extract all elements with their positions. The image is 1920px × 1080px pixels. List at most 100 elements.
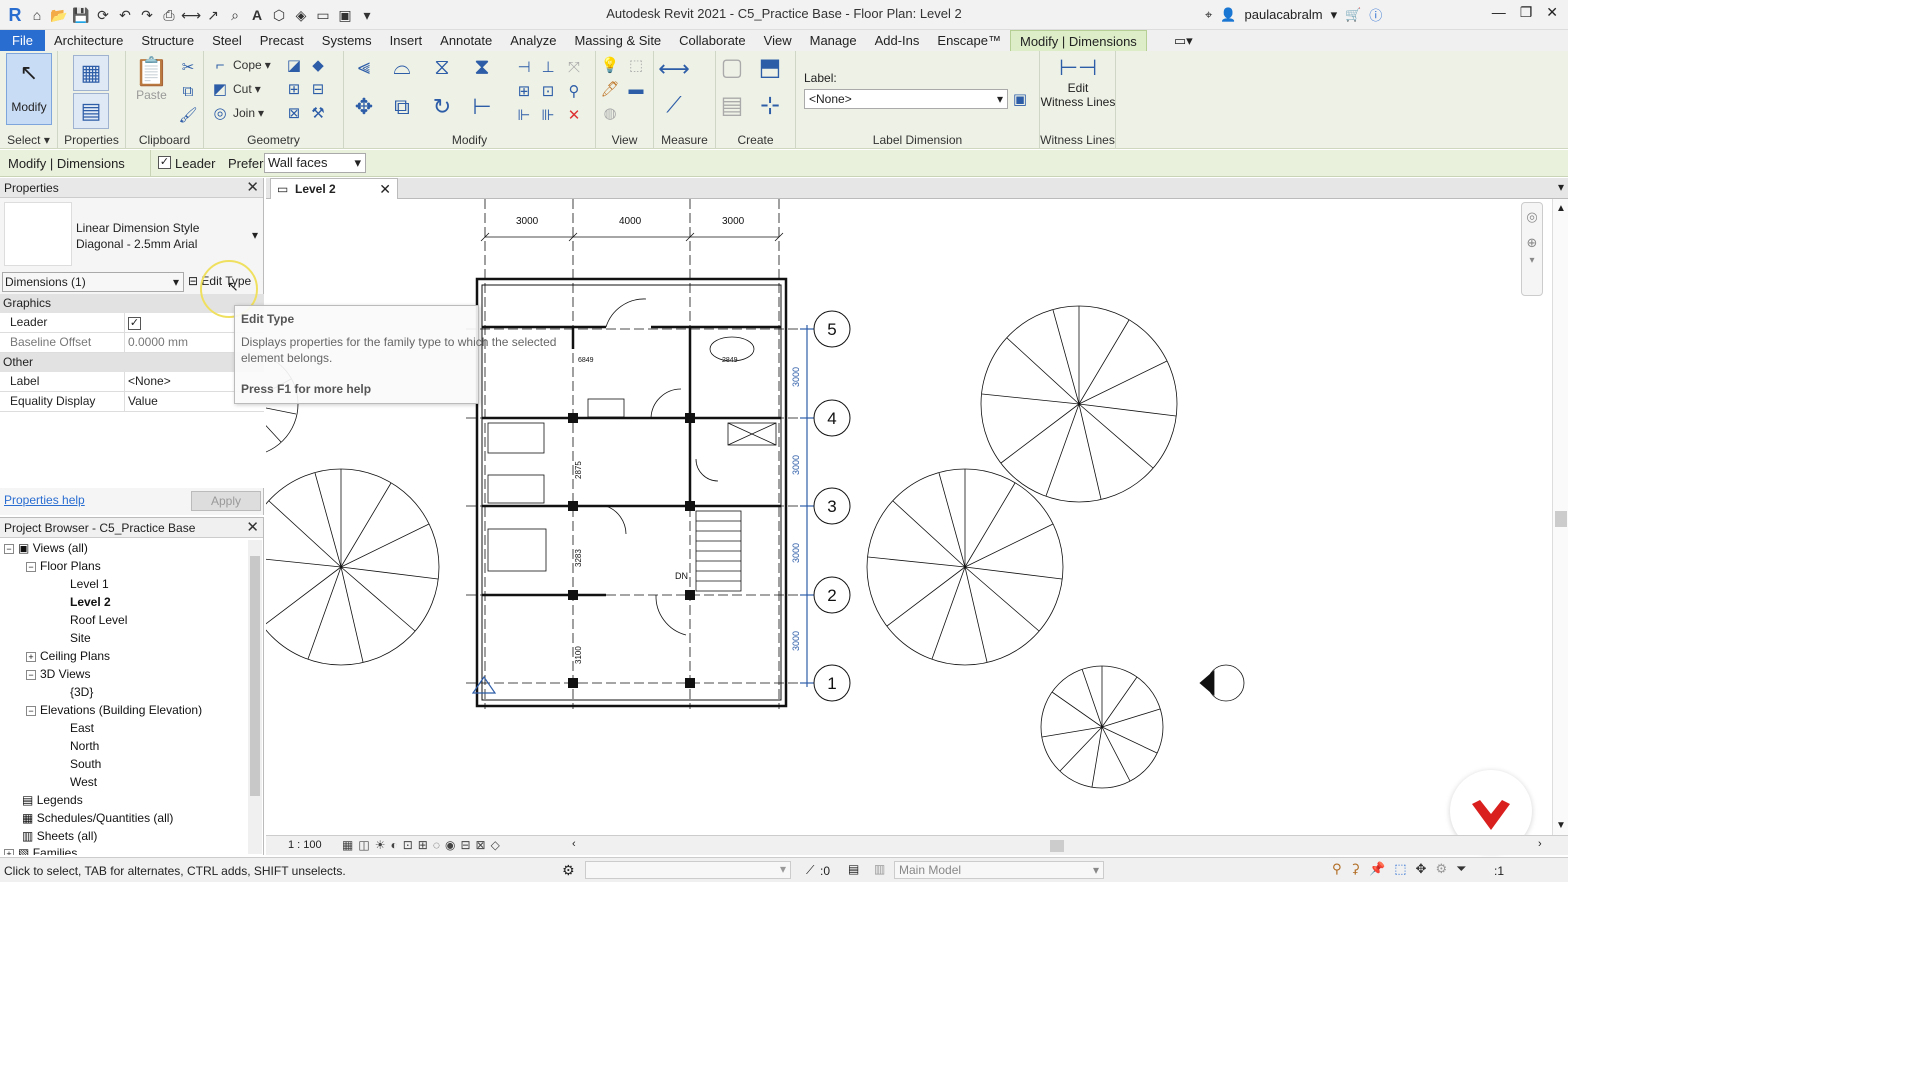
copy-element-icon[interactable]: ⧉: [392, 94, 412, 119]
temp-view-properties-icon[interactable]: ⊟: [460, 838, 470, 852]
tree-level-1[interactable]: Level 1: [70, 575, 109, 593]
tab-add-ins[interactable]: Add-Ins: [866, 30, 929, 51]
edit-witness-lines-button[interactable]: ⊢⊣ Edit Witness Lines: [1040, 55, 1116, 109]
join-button[interactable]: ◎ Join ▾: [210, 103, 264, 123]
minimize-icon[interactable]: —: [1492, 4, 1506, 21]
close-icon[interactable]: ✕: [246, 178, 259, 198]
tab-precast[interactable]: Precast: [251, 30, 313, 51]
tab-systems[interactable]: Systems: [313, 30, 381, 51]
reveal-hidden-icon[interactable]: ◉: [445, 838, 455, 852]
apply-button[interactable]: Apply: [191, 491, 261, 511]
measure-distance-icon[interactable]: ⟷: [658, 56, 690, 81]
print-icon[interactable]: ⎙: [158, 4, 180, 26]
split-face-icon[interactable]: ◪: [284, 55, 304, 75]
zoom-icon[interactable]: ⊕: [1522, 235, 1542, 251]
trim-multiple-icon[interactable]: ⊪: [538, 105, 558, 125]
paint-icon[interactable]: ◆: [308, 55, 328, 75]
select-pinned-icon[interactable]: 📌: [1369, 861, 1385, 877]
modify-button[interactable]: ↖ Modify: [6, 53, 52, 125]
steering-wheel-icon[interactable]: ◎: [1522, 209, 1542, 225]
customize-icon[interactable]: ▾: [356, 4, 378, 26]
redo-icon[interactable]: ↷: [136, 4, 158, 26]
tab-view[interactable]: View: [755, 30, 801, 51]
measure-icon[interactable]: ⟷: [180, 4, 202, 26]
move-icon[interactable]: ✥: [354, 94, 374, 119]
mirror-draw-icon[interactable]: ⧗: [472, 54, 492, 79]
user-name[interactable]: paulacabralm: [1245, 7, 1323, 22]
crop-view-icon[interactable]: ⊡: [403, 838, 413, 852]
visual-style-icon[interactable]: ◫: [358, 838, 369, 852]
tree-east[interactable]: East: [70, 719, 94, 737]
chevron-down-icon[interactable]: ▾: [1331, 7, 1338, 23]
hide-icon[interactable]: ▬: [626, 79, 646, 99]
tag-icon[interactable]: ⌕: [224, 4, 246, 26]
tab-file[interactable]: File: [0, 30, 45, 51]
instance-filter-dropdown[interactable]: Dimensions (1) ▾: [2, 272, 184, 292]
scroll-left-icon[interactable]: ‹: [572, 838, 576, 850]
tab-annotate[interactable]: Annotate: [431, 30, 501, 51]
binoculars-icon[interactable]: ⌖: [1205, 7, 1212, 23]
close-icon[interactable]: ✕: [379, 179, 391, 199]
create-parts-icon[interactable]: ▤: [721, 92, 744, 119]
leader-checkbox[interactable]: ✓: [158, 156, 171, 169]
global-parameters-icon[interactable]: ▣: [1010, 89, 1030, 109]
cut-geometry-button[interactable]: ◩ Cut ▾: [210, 79, 261, 99]
copy-icon[interactable]: ⧉: [178, 81, 198, 101]
sun-path-icon[interactable]: ☀: [375, 838, 386, 852]
select-underlay-icon[interactable]: ⚳: [1351, 861, 1361, 877]
home-icon[interactable]: ⌂: [26, 4, 48, 26]
tab-analyze[interactable]: Analyze: [501, 30, 565, 51]
aligned-dimension-icon[interactable]: ↗: [202, 4, 224, 26]
split-gap-icon[interactable]: ⊥: [538, 57, 558, 77]
tab-collaborate[interactable]: Collaborate: [670, 30, 755, 51]
create-similar-icon[interactable]: ⬒: [759, 54, 782, 81]
filter-view-icon[interactable]: ◍: [600, 103, 620, 123]
demolish-icon[interactable]: ⊟: [308, 79, 328, 99]
detail-level-icon[interactable]: ▦: [342, 838, 353, 852]
workset-dropdown[interactable]: ▾: [585, 861, 791, 879]
linework-icon[interactable]: 🖊: [600, 79, 620, 99]
select-by-face-icon[interactable]: ⬚: [1394, 861, 1406, 877]
aligned-dimension-ribbon-icon[interactable]: ⟋: [664, 92, 684, 117]
leader-value-checkbox[interactable]: ✓: [128, 317, 141, 330]
user-icon[interactable]: 👤: [1220, 7, 1236, 23]
properties-help-link[interactable]: Properties help: [4, 493, 85, 507]
select-links-icon[interactable]: ⚲: [1332, 861, 1342, 877]
worksets-icon[interactable]: ⚙: [562, 862, 575, 879]
tree-site[interactable]: Site: [70, 629, 91, 647]
section-icon[interactable]: ◈: [290, 4, 312, 26]
tab-massing-site[interactable]: Massing & Site: [565, 30, 670, 51]
tree-roof-level[interactable]: Roof Level: [70, 611, 127, 629]
properties-icon[interactable]: ▦: [73, 55, 109, 91]
cut-icon[interactable]: ✂: [178, 57, 198, 77]
tree-floor-plans[interactable]: − Floor Plans: [26, 557, 101, 575]
editable-only-icon[interactable]: ⟋: [806, 863, 814, 878]
canvas-horizontal-thumb[interactable]: [1050, 840, 1064, 852]
select-panel-label[interactable]: Select ▾: [0, 133, 57, 147]
sync-icon[interactable]: ⟳: [92, 4, 114, 26]
text-icon[interactable]: A: [246, 4, 268, 26]
tree-legends[interactable]: ▤ Legends: [22, 791, 83, 809]
type-selector[interactable]: Linear Dimension Style Diagonal - 2.5mm …: [76, 220, 199, 252]
tree-families[interactable]: + ▧ Families: [4, 844, 77, 855]
design-option-dropdown[interactable]: Main Model ▾: [894, 861, 1104, 879]
trim-icon[interactable]: ⊢: [472, 94, 492, 119]
tab-manage[interactable]: Manage: [801, 30, 866, 51]
tree-3d-views[interactable]: −3D Views: [26, 665, 90, 683]
tab-menu-icon[interactable]: ▾: [1558, 180, 1564, 194]
view-scale[interactable]: 1 : 100: [288, 839, 322, 851]
drag-elements-icon[interactable]: ✥: [1416, 861, 1427, 877]
lightbulb-icon[interactable]: 💡: [600, 55, 620, 75]
design-option-icon[interactable]: ▥: [874, 862, 885, 876]
worksharing-icon[interactable]: ⊠: [476, 838, 486, 852]
temp-hide-icon[interactable]: ◌: [433, 838, 440, 852]
wall-joins-icon[interactable]: ⊞: [284, 79, 304, 99]
tree-schedules[interactable]: ▦ Schedules/Quantities (all): [22, 809, 173, 827]
canvas-scroll-thumb[interactable]: [1555, 511, 1567, 527]
drawing-area[interactable]: ▭ Level 2 ✕ ▾ 3000 4000 3000 2875 3283 3…: [266, 178, 1568, 855]
trim-extend-icon[interactable]: ⊩: [514, 105, 534, 125]
help-icon[interactable]: ⓘ: [1369, 5, 1382, 24]
tab-level-2[interactable]: ▭ Level 2 ✕: [270, 178, 398, 199]
tab-structure[interactable]: Structure: [132, 30, 203, 51]
delete-icon[interactable]: ✕: [564, 105, 584, 125]
